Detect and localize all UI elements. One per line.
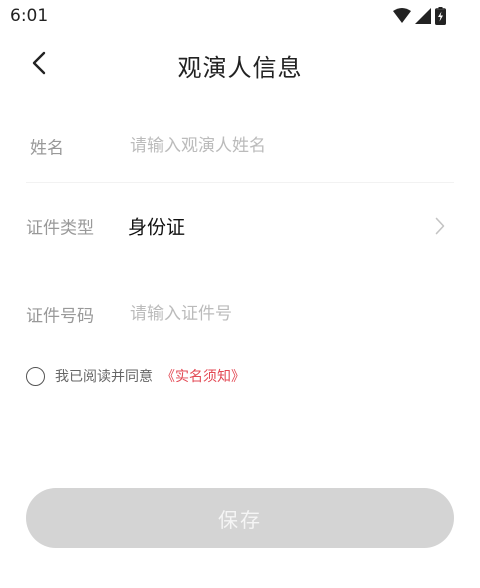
status-bar: 6:01: [0, 0, 480, 34]
agreement-row: 我已阅读并同意 《实名须知》: [26, 362, 245, 390]
id-number-label: 证件号码: [26, 306, 94, 327]
id-number-input[interactable]: [130, 304, 430, 324]
name-input[interactable]: [130, 136, 430, 156]
chevron-right-icon: [432, 216, 448, 236]
status-time: 6:01: [10, 6, 49, 26]
id-type-label: 证件类型: [26, 218, 94, 239]
id-type-value: 身份证: [128, 216, 186, 239]
cellular-signal-icon: [415, 8, 431, 24]
name-label: 姓名: [30, 138, 64, 159]
agreement-text: 我已阅读并同意: [55, 369, 153, 385]
id-number-row: 证件号码: [26, 284, 454, 344]
name-row: 姓名: [26, 110, 454, 183]
wifi-icon: [393, 8, 411, 24]
page-title: 观演人信息: [177, 54, 303, 82]
nav-bar: 观演人信息: [0, 38, 480, 90]
battery-charging-icon: [435, 7, 446, 25]
id-type-row[interactable]: 证件类型 身份证: [26, 196, 454, 256]
real-name-notice-link[interactable]: 《实名须知》: [161, 366, 245, 386]
save-button[interactable]: 保存: [26, 488, 454, 548]
status-icons: [393, 6, 446, 26]
agreement-checkbox[interactable]: [26, 366, 45, 386]
